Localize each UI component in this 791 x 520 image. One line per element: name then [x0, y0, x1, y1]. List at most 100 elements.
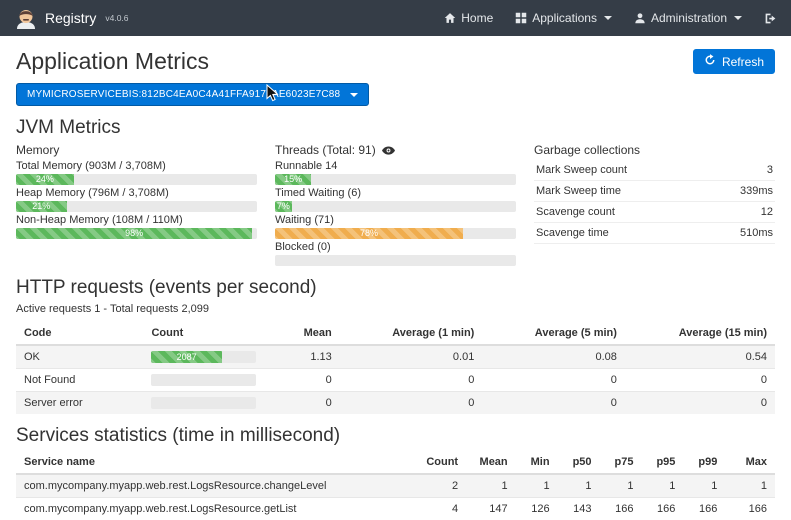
- gc-value: 12: [761, 206, 773, 218]
- gc-value: 3: [767, 164, 773, 176]
- service-name-cell: com.mycompany.myapp.web.rest.LogsResourc…: [16, 498, 413, 520]
- services-statistics-table: Service name Count Mean Min p50 p75 p95 …: [16, 451, 775, 520]
- waiting-progressbar: 78%: [275, 228, 516, 239]
- min-cell: 126: [516, 498, 558, 520]
- count-progressbar: 2087: [151, 351, 256, 363]
- column-header: Average (5 min): [482, 322, 625, 345]
- count-cell: 4: [413, 498, 466, 520]
- avg15-cell: 0.54: [625, 345, 775, 369]
- count-value: 2087: [177, 352, 197, 362]
- nonheap-memory-progressbar: 98%: [16, 228, 257, 239]
- count-cell: [143, 369, 264, 392]
- gc-row: Mark Sweep time 339ms: [534, 181, 775, 202]
- count-progressbar: [151, 397, 256, 409]
- nav-applications-label: Applications: [532, 11, 597, 25]
- progress-value: 7%: [277, 201, 290, 212]
- refresh-button[interactable]: Refresh: [693, 49, 775, 74]
- progress-value: 24%: [36, 174, 54, 185]
- nav-home[interactable]: Home: [444, 11, 493, 25]
- gc-label: Scavenge count: [536, 206, 615, 218]
- table-row: Server error 0 0 0 0: [16, 392, 775, 415]
- column-header: p99: [683, 451, 725, 474]
- registry-logo-icon: [14, 6, 38, 30]
- refresh-icon: [704, 54, 716, 69]
- services-statistics-heading: Services statistics (time in millisecond…: [16, 425, 775, 447]
- page-title: Application Metrics: [16, 48, 209, 75]
- column-header: Service name: [16, 451, 413, 474]
- blocked-label: Blocked (0): [275, 241, 516, 254]
- memory-section: Memory Total Memory (903M / 3,708M) 24% …: [16, 143, 257, 266]
- column-header: Count: [413, 451, 466, 474]
- timed-waiting-progressbar: 7%: [275, 201, 516, 212]
- avg1-cell: 0: [340, 369, 483, 392]
- jvm-metrics-heading: JVM Metrics: [16, 117, 775, 139]
- home-icon: [444, 12, 456, 24]
- avg5-cell: 0: [482, 392, 625, 415]
- sign-out-button[interactable]: [764, 12, 777, 25]
- code-cell: OK: [16, 345, 143, 369]
- count-progressbar: [151, 374, 256, 386]
- column-header: Min: [516, 451, 558, 474]
- avg1-cell: 0.01: [340, 345, 483, 369]
- gc-label: Scavenge time: [536, 227, 609, 239]
- runnable-label: Runnable 14: [275, 160, 516, 173]
- column-header: Average (1 min): [340, 322, 483, 345]
- jvm-grid: Memory Total Memory (903M / 3,708M) 24% …: [16, 143, 775, 266]
- thread-dump-eye-icon[interactable]: [382, 146, 395, 155]
- avg5-cell: 0: [482, 369, 625, 392]
- p95-cell: 166: [641, 498, 683, 520]
- main-content: Application Metrics Refresh MYMICROSERVI…: [0, 48, 791, 520]
- instance-dropdown[interactable]: MYMICROSERVICEBIS:812BC4EA0C4A41FFA9179A…: [16, 83, 369, 106]
- threads-section: Threads (Total: 91) Runnable 14 15% Time…: [275, 143, 516, 266]
- threads-heading: Threads (Total: 91): [275, 143, 376, 158]
- table-row: OK 2087 1.13 0.01 0.08 0.54: [16, 345, 775, 369]
- total-memory-progressbar: 24%: [16, 174, 257, 185]
- mean-cell: 0: [264, 369, 339, 392]
- gc-value: 510ms: [740, 227, 773, 239]
- sign-out-icon: [764, 12, 777, 25]
- p99-cell: 166: [683, 498, 725, 520]
- gc-value: 339ms: [740, 185, 773, 197]
- p50-cell: 143: [558, 498, 600, 520]
- column-header: Max: [725, 451, 775, 474]
- gc-row: Scavenge count 12: [534, 202, 775, 223]
- nav-administration[interactable]: Administration: [634, 11, 742, 25]
- timed-waiting-label: Timed Waiting (6): [275, 187, 516, 200]
- runnable-progressbar: 15%: [275, 174, 516, 185]
- http-requests-table: Code Count Mean Average (1 min) Average …: [16, 322, 775, 414]
- code-cell: Server error: [16, 392, 143, 415]
- min-cell: 1: [516, 474, 558, 498]
- nav-home-label: Home: [461, 11, 493, 25]
- column-header: Code: [16, 322, 143, 345]
- gc-row: Mark Sweep count 3: [534, 160, 775, 181]
- brand-name: Registry: [45, 10, 96, 26]
- max-cell: 1: [725, 474, 775, 498]
- progress-value: 21%: [32, 201, 50, 212]
- nav-menu: Home Applications Administration: [444, 11, 777, 25]
- mean-cell: 1.13: [264, 345, 339, 369]
- http-requests-heading: HTTP requests (events per second): [16, 277, 775, 299]
- p75-cell: 1: [600, 474, 642, 498]
- progress-value: 98%: [125, 228, 143, 239]
- max-cell: 166: [725, 498, 775, 520]
- avg1-cell: 0: [340, 392, 483, 415]
- column-header: p95: [641, 451, 683, 474]
- applications-icon: [515, 12, 527, 24]
- column-header: Average (15 min): [625, 322, 775, 345]
- chevron-down-icon: [604, 16, 612, 20]
- column-header: Count: [143, 322, 264, 345]
- column-header: p75: [600, 451, 642, 474]
- gc-label: Mark Sweep count: [536, 164, 627, 176]
- p50-cell: 1: [558, 474, 600, 498]
- gc-heading: Garbage collections: [534, 143, 775, 158]
- nav-applications[interactable]: Applications: [515, 11, 612, 25]
- mean-cell: 147: [466, 498, 516, 520]
- p95-cell: 1: [641, 474, 683, 498]
- user-icon: [634, 12, 646, 24]
- heap-memory-progressbar: 21%: [16, 201, 257, 212]
- column-header: p50: [558, 451, 600, 474]
- avg15-cell: 0: [625, 369, 775, 392]
- brand-link[interactable]: Registry v4.0.6: [14, 6, 129, 30]
- table-row: Not Found 0 0 0 0: [16, 369, 775, 392]
- blocked-progressbar: [275, 255, 516, 266]
